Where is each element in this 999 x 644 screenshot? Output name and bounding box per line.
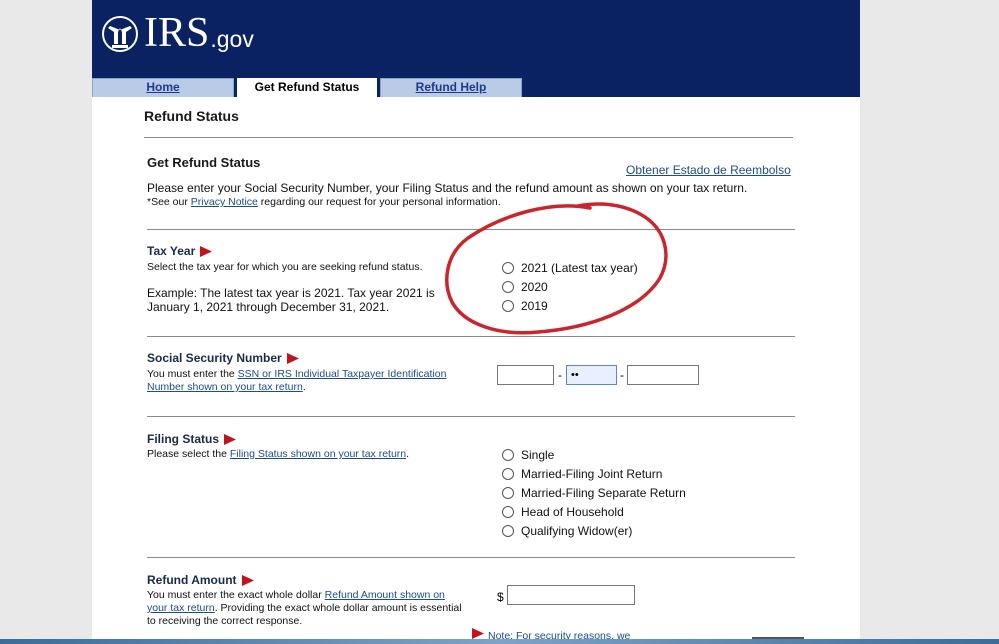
- ssn-description: You must enter the SSN or IRS Individual…: [147, 368, 447, 393]
- divider: [147, 416, 795, 417]
- tax-year-heading: Tax Year: [147, 244, 213, 258]
- required-flag-icon: [241, 574, 254, 586]
- required-flag-icon: [224, 433, 236, 445]
- filing-status-radio-separate[interactable]: [502, 487, 514, 499]
- section-heading-get-refund-status: Get Refund Status: [147, 155, 261, 170]
- required-flag-icon: [200, 245, 213, 257]
- filing-status-heading: Filing Status: [147, 432, 236, 446]
- divider: [147, 557, 795, 558]
- refund-amount-description: You must enter the exact whole dollar Re…: [147, 589, 462, 627]
- ssn-field-1[interactable]: [497, 365, 554, 385]
- refund-amount-heading: Refund Amount: [147, 573, 254, 587]
- filing-status-description: Please select the Filing Status shown on…: [147, 448, 410, 460]
- required-flag-icon: [286, 352, 299, 364]
- filing-status-option[interactable]: Married-Filing Separate Return: [502, 486, 686, 500]
- filing-status-radio-widow[interactable]: [502, 525, 514, 537]
- tab-refund-help[interactable]: Refund Help: [380, 78, 522, 97]
- currency-symbol: $: [497, 590, 504, 604]
- tab-home[interactable]: Home: [92, 78, 234, 97]
- tax-year-example: Example: The latest tax year is 2021. Ta…: [147, 286, 435, 314]
- annotation-circle: [445, 202, 668, 335]
- note-flag-icon: [472, 628, 484, 639]
- page-title: Refund Status: [144, 108, 239, 124]
- filing-status-radio-single[interactable]: [502, 449, 514, 461]
- filing-status-option[interactable]: Head of Household: [502, 505, 624, 519]
- taskbar-strip: [0, 639, 999, 644]
- intro-instructions: Please enter your Social Security Number…: [147, 181, 748, 195]
- ssn-heading: Social Security Number: [147, 351, 299, 365]
- filing-status-radio-joint[interactable]: [502, 468, 514, 480]
- irs-logo[interactable]: IRS .gov: [100, 12, 254, 54]
- divider: [144, 137, 793, 138]
- ssn-separator: -: [558, 368, 562, 382]
- tax-year-description: Select the tax year for which you are se…: [147, 261, 423, 273]
- filing-status-option[interactable]: Qualifying Widow(er): [502, 524, 632, 538]
- refund-amount-input[interactable]: [507, 585, 635, 605]
- filing-status-option[interactable]: Married-Filing Joint Return: [502, 467, 662, 481]
- ssn-field-2[interactable]: [566, 365, 617, 385]
- ssn-separator: -: [620, 368, 624, 382]
- filing-status-help-link[interactable]: Filing Status shown on your tax return: [230, 448, 406, 460]
- eagle-logo-icon: [102, 16, 138, 52]
- logo-irs-text: IRS: [144, 10, 210, 56]
- privacy-notice-link[interactable]: Privacy Notice: [191, 196, 258, 208]
- filing-status-option[interactable]: Single: [502, 448, 554, 462]
- ssn-field-3[interactable]: [627, 365, 699, 385]
- logo-gov-text: .gov: [210, 26, 254, 52]
- tab-get-refund-status[interactable]: Get Refund Status: [237, 78, 377, 97]
- spanish-version-link[interactable]: Obtener Estado de Reembolso: [626, 163, 791, 177]
- filing-status-radio-head-of-household[interactable]: [502, 506, 514, 518]
